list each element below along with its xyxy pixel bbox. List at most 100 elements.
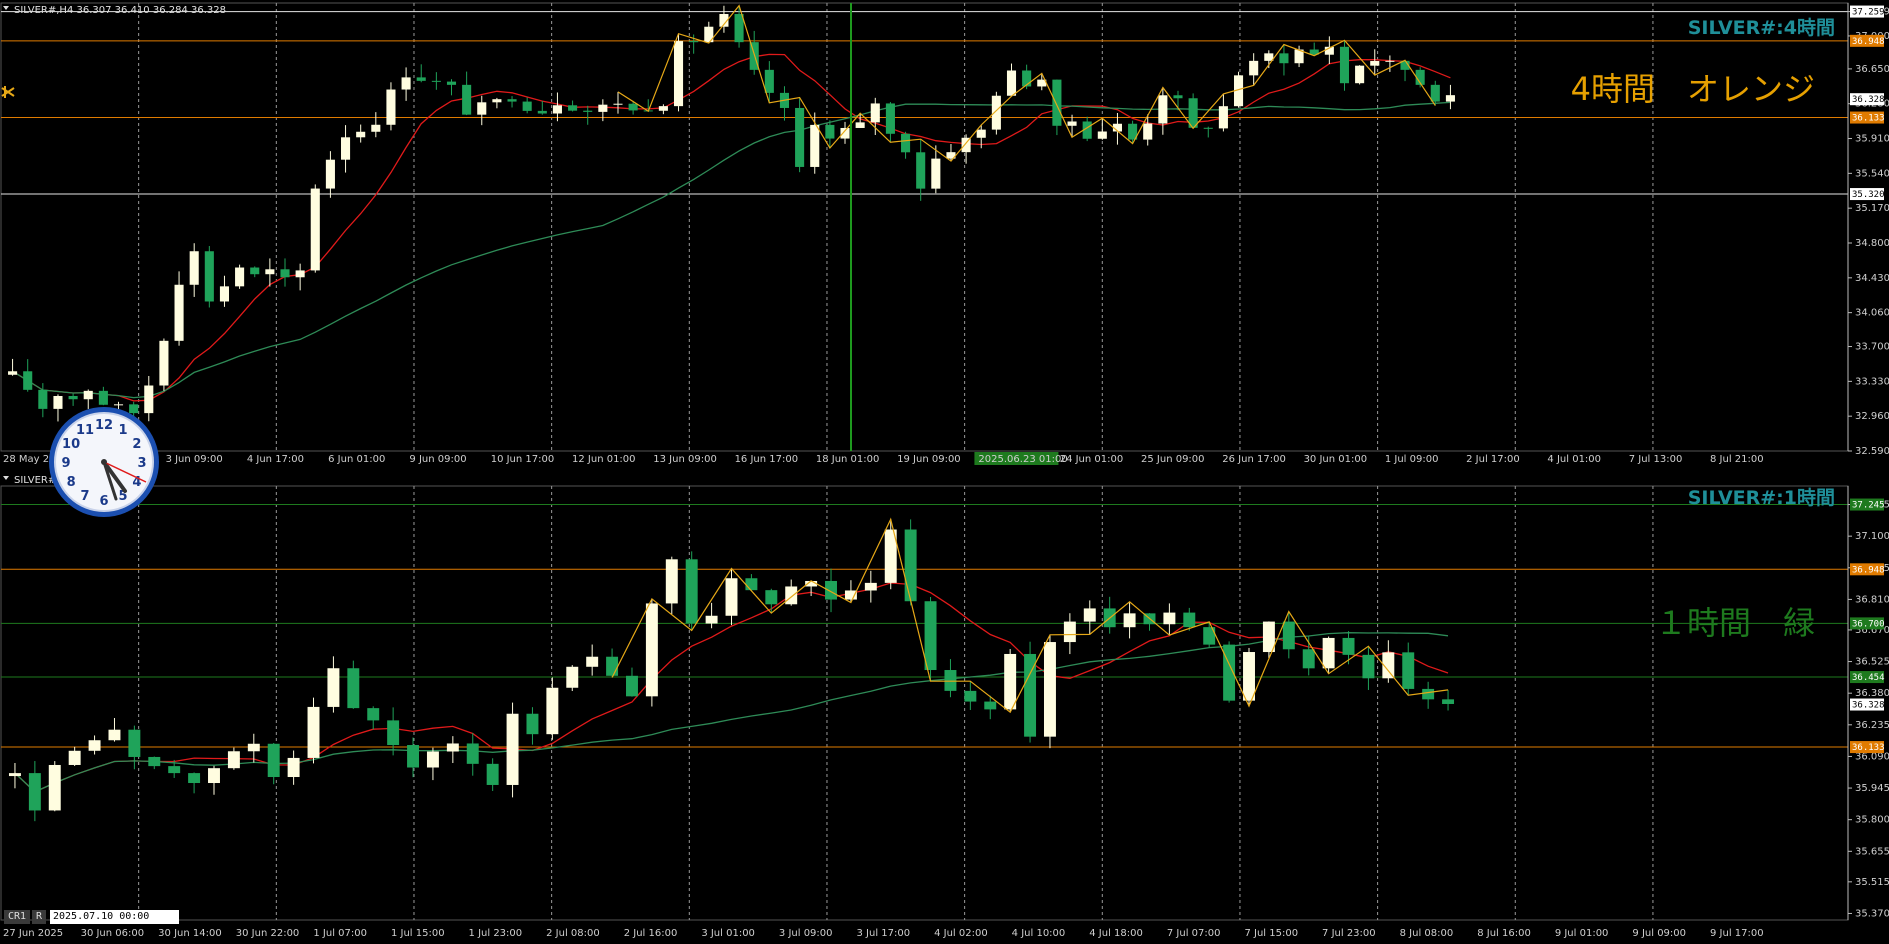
- h4-x-tick-label: 2025.06.23 01:00: [978, 454, 1067, 465]
- h4-ma-slow-line: [12, 101, 1451, 399]
- clock-number: 9: [61, 456, 70, 471]
- h4-x-tick-label: 16 Jun 17:00: [735, 454, 799, 465]
- h4-candle-body: [235, 267, 245, 287]
- h4-candle-body: [325, 159, 335, 189]
- h4-y-tick-label: 35.910: [1855, 134, 1889, 145]
- h1-x-tick-label: 7 Jul 07:00: [1167, 928, 1221, 939]
- h4-candle-body: [976, 129, 986, 138]
- h1-x-tick-label: 30 Jun 06:00: [81, 928, 145, 939]
- h4-candle-body: [931, 158, 941, 189]
- h1-price-tag-label: 36.328: [1852, 701, 1885, 711]
- h1-candle-body: [247, 743, 260, 752]
- h4-candle-body: [673, 41, 684, 107]
- h4-candle-body: [492, 99, 502, 103]
- h1-candle-body: [466, 743, 479, 764]
- h4-x-tick-label: 1 Jul 09:00: [1385, 454, 1439, 465]
- h4-candle-body: [386, 89, 396, 125]
- h4-y-tick-label: 35.540: [1855, 168, 1889, 179]
- h4-y-tick-label: 36.650: [1855, 64, 1889, 75]
- clock-number: 6: [99, 494, 108, 509]
- h1-candle-body: [1442, 699, 1455, 704]
- h1-candle-body: [964, 690, 977, 702]
- h1-candle-body: [1302, 649, 1315, 669]
- h4-candle-body: [628, 103, 638, 111]
- h1-chart-panel[interactable]: 37.24537.10036.95536.81036.67036.52536.3…: [0, 472, 1889, 942]
- h1-candle-body: [208, 768, 220, 784]
- h1-watermark: SILVER#:1時間: [1688, 487, 1835, 509]
- h1-candle-body: [108, 729, 121, 741]
- h1-x-tick-label: 7 Jul 23:00: [1322, 928, 1376, 939]
- h1-y-tick-label: 36.810: [1855, 594, 1889, 605]
- h1-candle-body: [1322, 637, 1335, 669]
- h1-x-tick-label: 4 Jul 02:00: [934, 928, 988, 939]
- h4-candle-body: [280, 269, 290, 278]
- h4-candle-body: [477, 102, 487, 115]
- clock-number: 11: [76, 423, 94, 438]
- h1-y-tick-label: 35.945: [1855, 783, 1889, 794]
- h1-x-tick-label: 9 Jul 17:00: [1710, 928, 1764, 939]
- h1-candle-body: [227, 751, 240, 769]
- h4-price-tag-label: 36.133: [1852, 114, 1885, 124]
- h1-candle-body: [8, 773, 21, 777]
- h4-candle-body: [1067, 121, 1077, 126]
- h1-candle-body: [566, 666, 579, 688]
- h4-candle-body: [1143, 123, 1153, 140]
- status-tab-cr1[interactable]: CR1: [4, 910, 30, 924]
- clock-number: 2: [132, 437, 141, 452]
- h4-candle-body: [583, 110, 593, 112]
- h4-price-axis: 37.25937.00036.65036.28035.91035.54035.1…: [1847, 3, 1889, 457]
- h1-candle-body: [1163, 612, 1176, 625]
- h1-x-tick-label: 3 Jul 01:00: [701, 928, 755, 939]
- collapse-triangle-icon[interactable]: [3, 6, 9, 10]
- h1-x-tick-label: 30 Jun 14:00: [158, 928, 222, 939]
- h1-candle-body: [1043, 642, 1056, 737]
- h1-candle-body: [28, 773, 41, 811]
- h1-price-tag-label: 36.454: [1852, 673, 1885, 683]
- h1-candle-body: [327, 668, 340, 707]
- h4-candle-body: [1097, 131, 1107, 139]
- h1-y-tick-label: 35.655: [1855, 846, 1889, 857]
- h1-candle-body: [287, 757, 300, 778]
- h1-candle-body: [685, 559, 698, 624]
- h4-x-tick-label: 30 Jun 01:00: [1304, 454, 1368, 465]
- h1-price-tag-label: 36.700: [1852, 619, 1885, 629]
- clock-number: 12: [95, 418, 113, 433]
- h4-x-tick-label: 7 Jul 13:00: [1629, 454, 1683, 465]
- status-time: 2025.07.10 00:00: [50, 910, 179, 924]
- h1-candle-body: [407, 745, 420, 768]
- h4-chart-panel[interactable]: 37.25937.00036.65036.28035.91035.54035.1…: [0, 0, 1889, 468]
- analog-clock-widget: 12 1234567891011: [49, 407, 159, 517]
- h4-candle-body: [764, 69, 774, 93]
- h1-candle-body: [267, 743, 280, 778]
- h1-candle-body: [307, 706, 320, 758]
- h4-x-tick-label: 3 Jun 09:00: [166, 454, 223, 465]
- h4-price-tag-label: 36.948: [1852, 37, 1885, 47]
- h4-x-tick-label: 19 Jun 09:00: [897, 454, 961, 465]
- h4-candle-body: [204, 251, 214, 302]
- h1-candle-body: [725, 578, 738, 616]
- collapse-triangle-icon[interactable]: [3, 476, 9, 480]
- h4-candle-body: [1203, 127, 1213, 129]
- h4-candle-body: [8, 371, 18, 375]
- h1-candle-body: [486, 763, 499, 785]
- h4-candle-body: [401, 77, 411, 90]
- h4-x-tick-label: 9 Jun 09:00: [409, 454, 466, 465]
- h4-x-tick-label: 12 Jun 01:00: [572, 454, 636, 465]
- status-tab-r[interactable]: R: [32, 910, 46, 924]
- h1-candle-body: [765, 590, 778, 605]
- h4-candle-body: [991, 95, 1001, 130]
- h1-candle-body: [148, 756, 161, 767]
- h1-y-tick-label: 37.100: [1855, 531, 1889, 542]
- h1-y-tick-label: 36.380: [1855, 688, 1889, 699]
- h1-y-tick-label: 36.235: [1855, 720, 1889, 731]
- h4-candle-body: [189, 251, 199, 285]
- h1-x-tick-label: 2 Jul 08:00: [546, 928, 600, 939]
- expert-advisor-icon[interactable]: [1, 86, 15, 98]
- h1-price-axis: 37.24537.10036.95536.81036.67036.52536.3…: [1847, 486, 1889, 920]
- h4-candle-body: [1249, 60, 1259, 76]
- h4-candle-body: [598, 104, 608, 112]
- h4-candle-body: [295, 270, 305, 278]
- h4-candle-body: [356, 131, 366, 138]
- h1-candle-body: [665, 559, 678, 604]
- h1-candle-body: [188, 773, 201, 784]
